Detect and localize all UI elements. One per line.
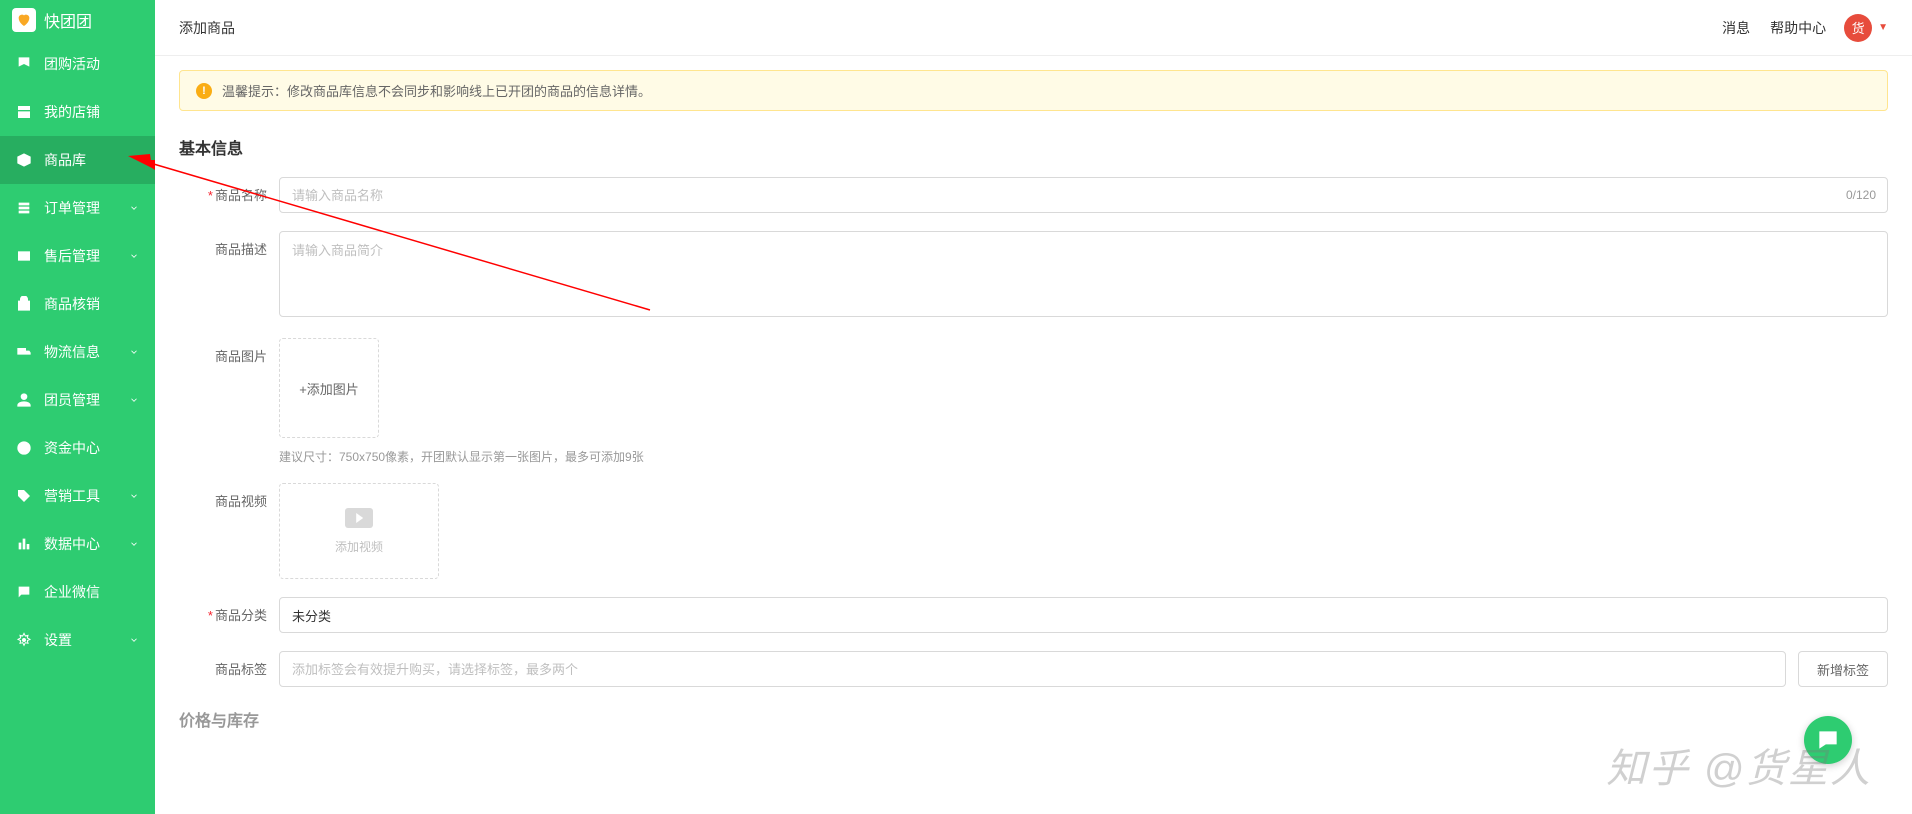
- add-video-button[interactable]: 添加视频: [279, 483, 439, 579]
- label-image: 商品图片: [179, 338, 279, 465]
- image-hint: 建议尺寸：750x750像素，开团默认显示第一张图片，最多可添加9张: [279, 448, 1888, 465]
- section-basic-info: 基本信息: [179, 135, 1888, 159]
- sidebar-item-orders[interactable]: 订单管理: [0, 184, 155, 232]
- video-label: 添加视频: [335, 538, 383, 555]
- sidebar-item-label: 资金中心: [44, 438, 139, 458]
- tag-icon: [16, 488, 32, 504]
- sidebar-item-label: 团购活动: [44, 54, 139, 74]
- sidebar-item-label: 设置: [44, 630, 129, 650]
- chevron-down-icon: [129, 347, 139, 357]
- alert-text: 温馨提示：修改商品库信息不会同步和影响线上已开团的商品的信息详情。: [222, 81, 651, 100]
- sidebar-item-label: 商品核销: [44, 294, 139, 314]
- section-price-stock: 价格与库存: [179, 707, 1888, 731]
- warning-alert: ! 温馨提示：修改商品库信息不会同步和影响线上已开团的商品的信息详情。: [179, 70, 1888, 111]
- form-row-tags: 商品标签 新增标签: [179, 651, 1888, 687]
- chevron-down-icon: [129, 635, 139, 645]
- bag-icon: [16, 296, 32, 312]
- fab-chat[interactable]: [1804, 716, 1852, 764]
- box-icon: [16, 152, 32, 168]
- label-category: *商品分类: [179, 597, 279, 633]
- category-value: 未分类: [292, 606, 331, 625]
- chevron-down-icon: [129, 203, 139, 213]
- sidebar-item-settings[interactable]: 设置: [0, 616, 155, 664]
- alert-body: 修改商品库信息不会同步和影响线上已开团的商品的信息详情。: [287, 84, 651, 99]
- caret-down-icon[interactable]: ▼: [1878, 22, 1888, 33]
- coin-icon: [16, 440, 32, 456]
- main: 添加商品 消息 帮助中心 货 ▼ ! 温馨提示：修改商品库信息不会同步和影响线上…: [155, 0, 1912, 814]
- bubble-icon: [1815, 727, 1841, 753]
- chevron-down-icon: [129, 491, 139, 501]
- add-tag-button[interactable]: 新增标签: [1798, 651, 1888, 687]
- sidebar-item-label: 团员管理: [44, 390, 129, 410]
- flag-icon: [16, 56, 32, 72]
- chevron-down-icon: [129, 395, 139, 405]
- sidebar-item-label: 订单管理: [44, 198, 129, 218]
- page-title: 添加商品: [179, 18, 235, 38]
- sidebar-item-label: 营销工具: [44, 486, 129, 506]
- chart-icon: [16, 536, 32, 552]
- support-icon: [16, 248, 32, 264]
- sidebar-item-label: 商品库: [44, 150, 139, 170]
- content: ! 温馨提示：修改商品库信息不会同步和影响线上已开团的商品的信息详情。 基本信息…: [155, 56, 1912, 814]
- help-link[interactable]: 帮助中心: [1770, 18, 1826, 38]
- form-row-category: *商品分类 未分类: [179, 597, 1888, 633]
- sidebar-item-label: 我的店铺: [44, 102, 139, 122]
- logo[interactable]: 快团团: [0, 0, 155, 40]
- sidebar-item-group-buy[interactable]: 团购活动: [0, 40, 155, 88]
- sidebar-item-marketing[interactable]: 营销工具: [0, 472, 155, 520]
- form-row-image: 商品图片 +添加图片 建议尺寸：750x750像素，开团默认显示第一张图片，最多…: [179, 338, 1888, 465]
- category-select[interactable]: 未分类: [279, 597, 1888, 633]
- heart-icon: [12, 8, 36, 32]
- label-tags: 商品标签: [179, 651, 279, 687]
- logo-text: 快团团: [44, 8, 92, 32]
- sidebar-item-aftersale[interactable]: 售后管理: [0, 232, 155, 280]
- sidebar-item-label: 物流信息: [44, 342, 129, 362]
- sidebar-item-label: 企业微信: [44, 582, 139, 602]
- truck-icon: [16, 344, 32, 360]
- messages-link[interactable]: 消息: [1722, 18, 1750, 38]
- chevron-down-icon: [129, 539, 139, 549]
- tags-input[interactable]: [279, 651, 1786, 687]
- store-icon: [16, 104, 32, 120]
- name-counter: 0/120: [1846, 177, 1876, 213]
- warning-icon: !: [196, 83, 212, 99]
- sidebar-item-label: 售后管理: [44, 246, 129, 266]
- chat-icon: [16, 584, 32, 600]
- alert-prefix: 温馨提示：: [222, 84, 287, 99]
- add-image-button[interactable]: +添加图片: [279, 338, 379, 438]
- label-name: *商品名称: [179, 177, 279, 213]
- sidebar-item-store[interactable]: 我的店铺: [0, 88, 155, 136]
- video-icon: [345, 508, 373, 528]
- label-video: 商品视频: [179, 483, 279, 579]
- form-row-name: *商品名称 0/120: [179, 177, 1888, 213]
- sidebar-item-label: 数据中心: [44, 534, 129, 554]
- user-icon: [16, 392, 32, 408]
- sidebar-item-products[interactable]: 商品库: [0, 136, 155, 184]
- sidebar-item-logistics[interactable]: 物流信息: [0, 328, 155, 376]
- gear-icon: [16, 632, 32, 648]
- form-row-video: 商品视频 添加视频: [179, 483, 1888, 579]
- topbar: 添加商品 消息 帮助中心 货 ▼: [155, 0, 1912, 56]
- avatar[interactable]: 货: [1844, 14, 1872, 42]
- sidebar-item-funds[interactable]: 资金中心: [0, 424, 155, 472]
- sidebar-item-data[interactable]: 数据中心: [0, 520, 155, 568]
- sidebar: 快团团 团购活动 我的店铺 商品库 订单管理 售后管理: [0, 0, 155, 814]
- sidebar-item-members[interactable]: 团员管理: [0, 376, 155, 424]
- form-row-desc: 商品描述: [179, 231, 1888, 320]
- chevron-down-icon: [129, 251, 139, 261]
- sidebar-item-verification[interactable]: 商品核销: [0, 280, 155, 328]
- list-icon: [16, 200, 32, 216]
- product-name-input[interactable]: [279, 177, 1888, 213]
- label-desc: 商品描述: [179, 231, 279, 320]
- product-desc-input[interactable]: [279, 231, 1888, 317]
- sidebar-item-wechat[interactable]: 企业微信: [0, 568, 155, 616]
